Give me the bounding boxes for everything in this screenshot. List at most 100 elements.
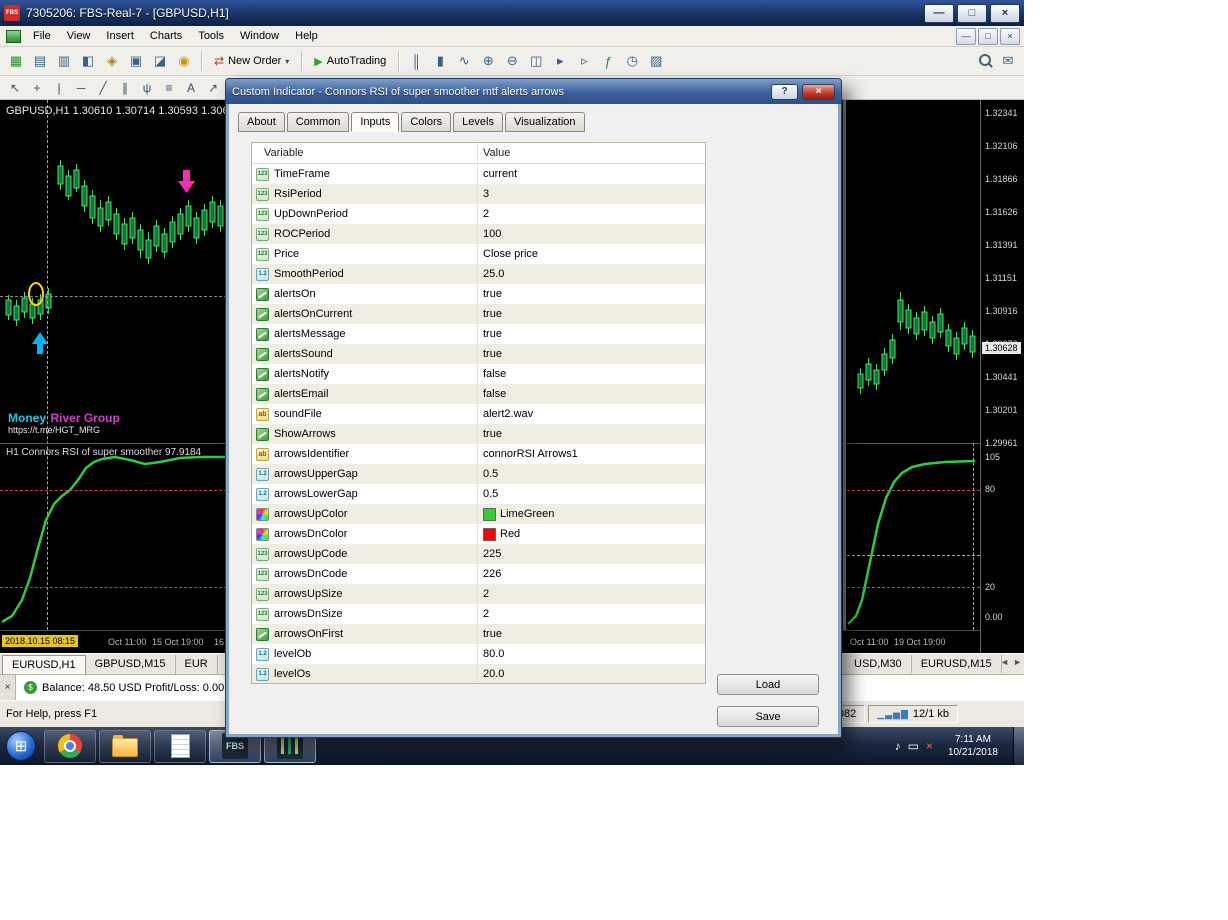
arrows-icon[interactable]: ↗ bbox=[202, 78, 224, 97]
param-value[interactable]: LimeGreen bbox=[477, 507, 705, 521]
dialog-titlebar[interactable]: Custom Indicator - Connors RSI of super … bbox=[226, 79, 841, 104]
load-button[interactable]: Load bbox=[717, 674, 819, 695]
chart-tab-EURUSD,H1[interactable]: EURUSD,H1 bbox=[2, 655, 86, 674]
menu-tools[interactable]: Tools bbox=[190, 27, 232, 45]
line-chart-icon[interactable]: ∿ bbox=[452, 50, 476, 72]
param-row-alertsMessage[interactable]: alertsMessage true bbox=[252, 324, 705, 344]
new-order-button[interactable]: ⇄ New Order ▾ bbox=[207, 51, 296, 71]
tab-about[interactable]: About bbox=[238, 112, 285, 132]
navigator-icon[interactable]: ◈ bbox=[100, 50, 124, 72]
fibonacci-retracement-icon[interactable]: ≡ bbox=[158, 78, 180, 97]
tab-visualization[interactable]: Visualization bbox=[504, 112, 585, 132]
indicators-icon[interactable]: ƒ bbox=[596, 50, 620, 72]
param-value[interactable]: 100 bbox=[477, 228, 705, 240]
param-row-alertsOn[interactable]: alertsOn true bbox=[252, 284, 705, 304]
param-value[interactable]: Close price bbox=[477, 248, 705, 260]
minimize-button[interactable]: — bbox=[924, 3, 954, 23]
chart-tab-GBPUSD,M15[interactable]: GBPUSD,M15 bbox=[86, 655, 176, 674]
param-value[interactable]: false bbox=[477, 368, 705, 380]
param-row-arrowsUpCode[interactable]: 123 arrowsUpCode 225 bbox=[252, 544, 705, 564]
start-button[interactable]: ⊞ bbox=[6, 731, 36, 761]
community-chat-icon[interactable]: ✉ bbox=[996, 50, 1020, 72]
param-row-UpDownPeriod[interactable]: 123 UpDownPeriod 2 bbox=[252, 204, 705, 224]
tab-common[interactable]: Common bbox=[286, 112, 350, 132]
display-icon[interactable]: ▭ bbox=[908, 739, 919, 753]
profiles-icon[interactable]: ▤ bbox=[28, 50, 52, 72]
param-row-SmoothPeriod[interactable]: 1.2 SmoothPeriod 25.0 bbox=[252, 264, 705, 284]
taskbar-notepad-button[interactable] bbox=[154, 729, 206, 763]
zoom-out-icon[interactable]: ⊖ bbox=[500, 50, 524, 72]
param-value[interactable]: 2 bbox=[477, 588, 705, 600]
param-value[interactable]: 226 bbox=[477, 568, 705, 580]
param-value[interactable]: false bbox=[477, 388, 705, 400]
cursor-icon[interactable]: ↖ bbox=[4, 78, 26, 97]
param-row-arrowsUpColor[interactable]: arrowsUpColor LimeGreen bbox=[252, 504, 705, 524]
close-button[interactable]: × bbox=[990, 3, 1020, 23]
chart-tab-USD,M30[interactable]: USD,M30 bbox=[845, 655, 912, 673]
param-row-ShowArrows[interactable]: ShowArrows true bbox=[252, 424, 705, 444]
vertical-line-icon[interactable]: | bbox=[48, 78, 70, 97]
data-window-icon[interactable]: ◧ bbox=[76, 50, 100, 72]
andrews-pitchfork-icon[interactable]: ψ bbox=[136, 78, 158, 97]
param-row-arrowsDnCode[interactable]: 123 arrowsDnCode 226 bbox=[252, 564, 705, 584]
connection-status[interactable]: ▁▃▅▇ 12/1 kb bbox=[868, 705, 958, 723]
chart-tab-EUR[interactable]: EUR bbox=[176, 655, 218, 674]
search-icon[interactable] bbox=[974, 50, 996, 72]
param-row-arrowsIdentifier[interactable]: ab arrowsIdentifier connorRSI Arrows1 bbox=[252, 444, 705, 464]
param-row-arrowsDnColor[interactable]: arrowsDnColor Red bbox=[252, 524, 705, 544]
param-value[interactable]: 80.0 bbox=[477, 648, 705, 660]
crosshair-icon[interactable]: + bbox=[26, 78, 48, 97]
maximize-button[interactable]: □ bbox=[957, 3, 987, 23]
zoom-in-icon[interactable]: ⊕ bbox=[476, 50, 500, 72]
dialog-close-button[interactable]: × bbox=[802, 83, 835, 100]
param-row-alertsOnCurrent[interactable]: alertsOnCurrent true bbox=[252, 304, 705, 324]
param-value[interactable]: 25.0 bbox=[477, 268, 705, 280]
param-value[interactable]: Red bbox=[477, 527, 705, 541]
candlestick-chart-icon[interactable]: ▮ bbox=[428, 50, 452, 72]
param-value[interactable]: 0.5 bbox=[477, 468, 705, 480]
tile-windows-icon[interactable]: ◫ bbox=[524, 50, 548, 72]
auto-scroll-icon[interactable]: ▸ bbox=[548, 50, 572, 72]
templates-icon[interactable]: ▨ bbox=[644, 50, 668, 72]
bar-chart-icon[interactable]: ║ bbox=[404, 50, 428, 72]
param-row-ROCPeriod[interactable]: 123 ROCPeriod 100 bbox=[252, 224, 705, 244]
volume-icon[interactable]: ♪ bbox=[895, 739, 901, 753]
param-row-TimeFrame[interactable]: 123 TimeFrame current bbox=[252, 164, 705, 184]
new-chart-icon[interactable]: ▦ bbox=[4, 50, 28, 72]
equidistant-channel-icon[interactable]: ∥ bbox=[114, 78, 136, 97]
notification-icon[interactable]: × bbox=[926, 739, 933, 753]
param-value[interactable]: 20.0 bbox=[477, 668, 705, 680]
param-row-alertsSound[interactable]: alertsSound true bbox=[252, 344, 705, 364]
param-value[interactable]: true bbox=[477, 348, 705, 360]
param-value[interactable]: alert2.wav bbox=[477, 408, 705, 420]
mdi-restore-button[interactable]: □ bbox=[978, 27, 998, 45]
param-value[interactable]: true bbox=[477, 628, 705, 640]
param-row-arrowsUpSize[interactable]: 123 arrowsUpSize 2 bbox=[252, 584, 705, 604]
taskbar-chrome-button[interactable] bbox=[44, 729, 96, 763]
menu-view[interactable]: View bbox=[59, 27, 99, 45]
param-row-arrowsOnFirst[interactable]: arrowsOnFirst true bbox=[252, 624, 705, 644]
param-row-levelOs[interactable]: 1.2 levelOs 20.0 bbox=[252, 664, 705, 683]
param-value[interactable]: 3 bbox=[477, 188, 705, 200]
trendline-icon[interactable]: ╱ bbox=[92, 78, 114, 97]
param-row-Price[interactable]: 123 Price Close price bbox=[252, 244, 705, 264]
param-row-levelOb[interactable]: 1.2 levelOb 80.0 bbox=[252, 644, 705, 664]
menu-file[interactable]: File bbox=[25, 27, 59, 45]
param-value[interactable]: 0.5 bbox=[477, 488, 705, 500]
param-value[interactable]: true bbox=[477, 288, 705, 300]
strategy-tester-icon[interactable]: ◪ bbox=[148, 50, 172, 72]
param-value[interactable]: connorRSI Arrows1 bbox=[477, 448, 705, 460]
param-value[interactable]: true bbox=[477, 308, 705, 320]
text-label-icon[interactable]: A bbox=[180, 78, 202, 97]
chart-tab-EURUSD,M15[interactable]: EURUSD,M15 bbox=[912, 655, 1002, 673]
tab-inputs[interactable]: Inputs bbox=[351, 112, 400, 132]
tab-colors[interactable]: Colors bbox=[401, 112, 452, 132]
terminal-close-button[interactable]: × bbox=[0, 675, 16, 700]
help-button[interactable]: ? bbox=[771, 83, 798, 100]
param-value[interactable]: 225 bbox=[477, 548, 705, 560]
market-watch-icon[interactable]: ▥ bbox=[52, 50, 76, 72]
mdi-minimize-button[interactable]: — bbox=[956, 27, 976, 45]
param-row-soundFile[interactable]: ab soundFile alert2.wav bbox=[252, 404, 705, 424]
periods-icon[interactable]: ◷ bbox=[620, 50, 644, 72]
show-desktop-button[interactable] bbox=[1013, 727, 1024, 765]
